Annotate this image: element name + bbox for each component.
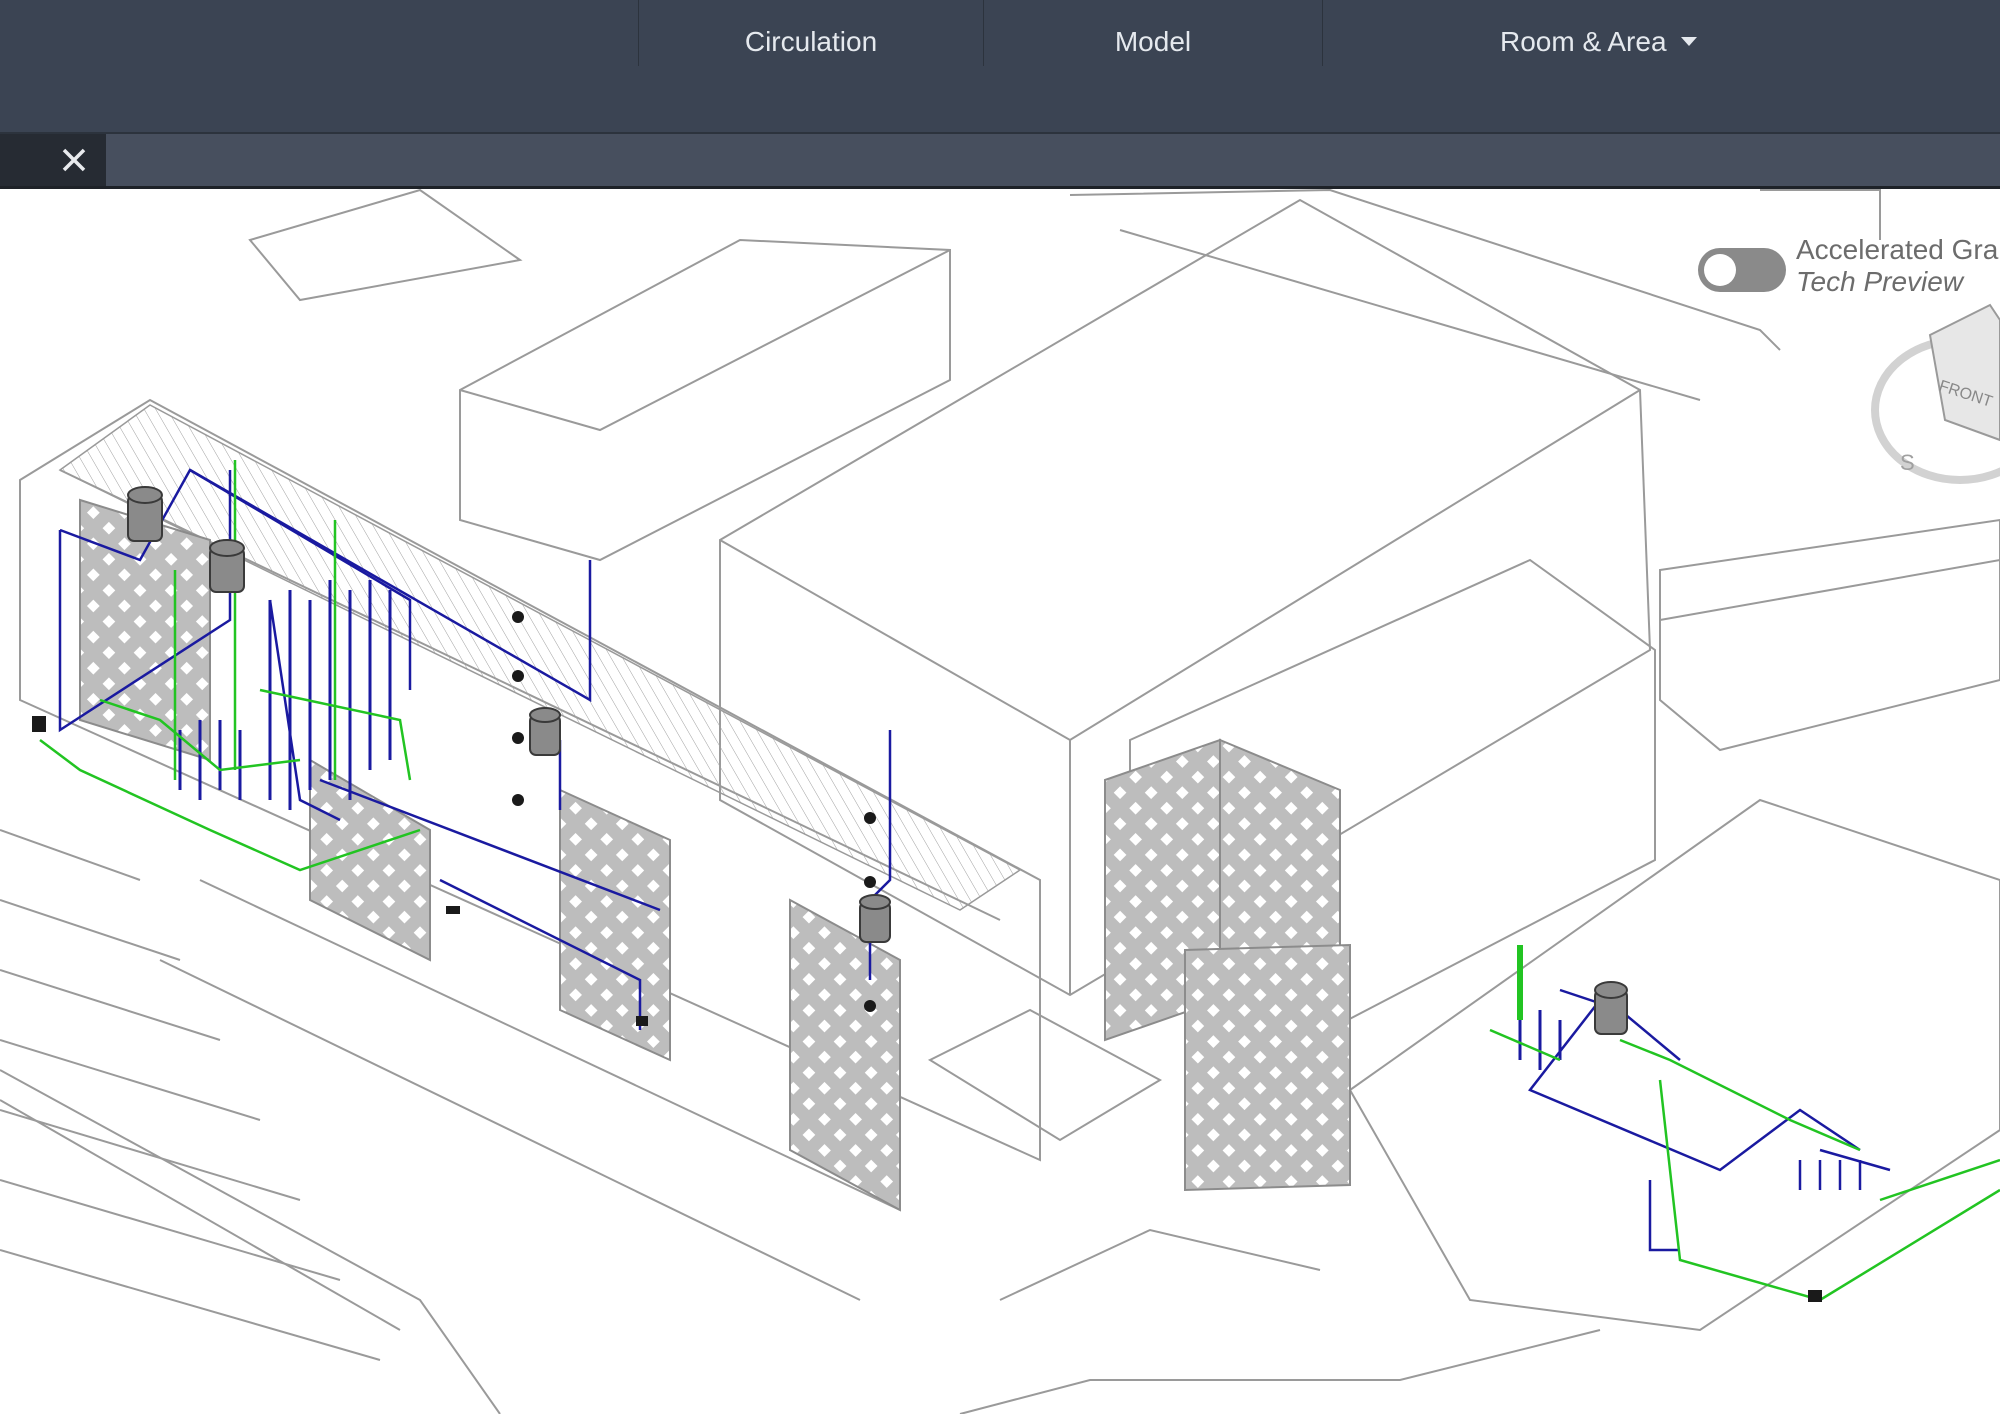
building-model-drawing: FRONT S <box>0 189 2000 1414</box>
ribbon-separator <box>638 0 639 66</box>
options-bar <box>0 66 2000 134</box>
toggle-knob <box>1704 254 1736 286</box>
document-tab-bar <box>0 134 2000 189</box>
chevron-down-icon <box>1680 37 1697 47</box>
ribbon-panel-bar: Circulation Model Room & Area <box>0 0 2000 67</box>
panel-room-area-dropdown[interactable]: Room & Area <box>1500 22 1820 62</box>
ribbon-separator <box>1322 0 1323 66</box>
viewcube[interactable]: FRONT S <box>1871 303 2000 484</box>
document-tab[interactable] <box>0 134 106 186</box>
accelerated-graphics-toggle[interactable] <box>1698 248 1786 292</box>
panel-room-area-label: Room & Area <box>1500 26 1667 57</box>
close-icon[interactable] <box>60 146 88 174</box>
accelerated-graphics-label: Accelerated Gra <box>1796 234 1999 265</box>
model-viewport[interactable]: FRONT S <box>0 189 2000 1414</box>
svg-text:S: S <box>1900 450 1915 475</box>
tech-preview-label: Tech Preview <box>1796 266 1964 297</box>
panel-model[interactable]: Model <box>985 22 1321 62</box>
panel-circulation[interactable]: Circulation <box>640 22 982 62</box>
ribbon-separator <box>983 0 984 66</box>
